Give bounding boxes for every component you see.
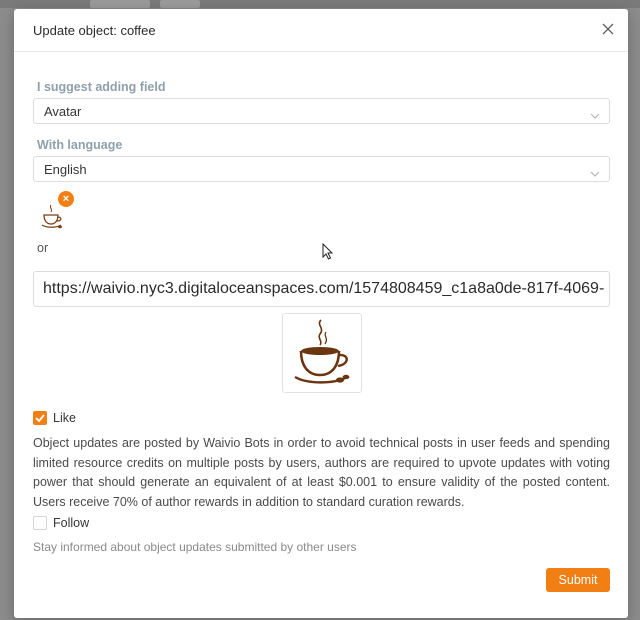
field-type-select[interactable]: Avatar	[33, 98, 610, 124]
close-icon[interactable]	[600, 21, 616, 37]
coffee-cup-icon	[294, 319, 350, 384]
follow-checkbox[interactable]	[33, 516, 47, 530]
language-select[interactable]: English	[33, 156, 610, 182]
like-checkbox[interactable]	[33, 411, 47, 425]
chevron-down-icon	[590, 107, 600, 119]
like-label[interactable]: Like	[53, 411, 76, 425]
follow-label[interactable]: Follow	[53, 516, 89, 530]
field-type-value: Avatar	[44, 104, 82, 119]
update-object-modal: Update object: coffee I suggest adding f…	[14, 9, 628, 618]
like-description: Object updates are posted by Waivio Bots…	[33, 436, 610, 509]
mouse-cursor-icon	[322, 242, 334, 260]
submit-button[interactable]: Submit	[546, 568, 610, 592]
modal-header: Update object: coffee	[14, 9, 628, 52]
image-url-input[interactable]: https://waivio.nyc3.digitaloceanspaces.c…	[33, 271, 610, 307]
language-value: English	[44, 162, 87, 177]
or-separator: or	[37, 241, 49, 255]
field-type-label: I suggest adding field	[37, 80, 166, 94]
follow-hint: Stay informed about object updates submi…	[33, 540, 357, 554]
chevron-down-icon	[590, 165, 600, 177]
background-tab	[90, 0, 150, 8]
checkmark-icon	[35, 414, 45, 423]
image-preview	[282, 313, 362, 393]
modal-title: Update object: coffee	[33, 23, 156, 38]
remove-image-button[interactable]: ×	[58, 191, 74, 207]
language-label: With language	[37, 138, 123, 152]
background-tab	[160, 0, 200, 8]
